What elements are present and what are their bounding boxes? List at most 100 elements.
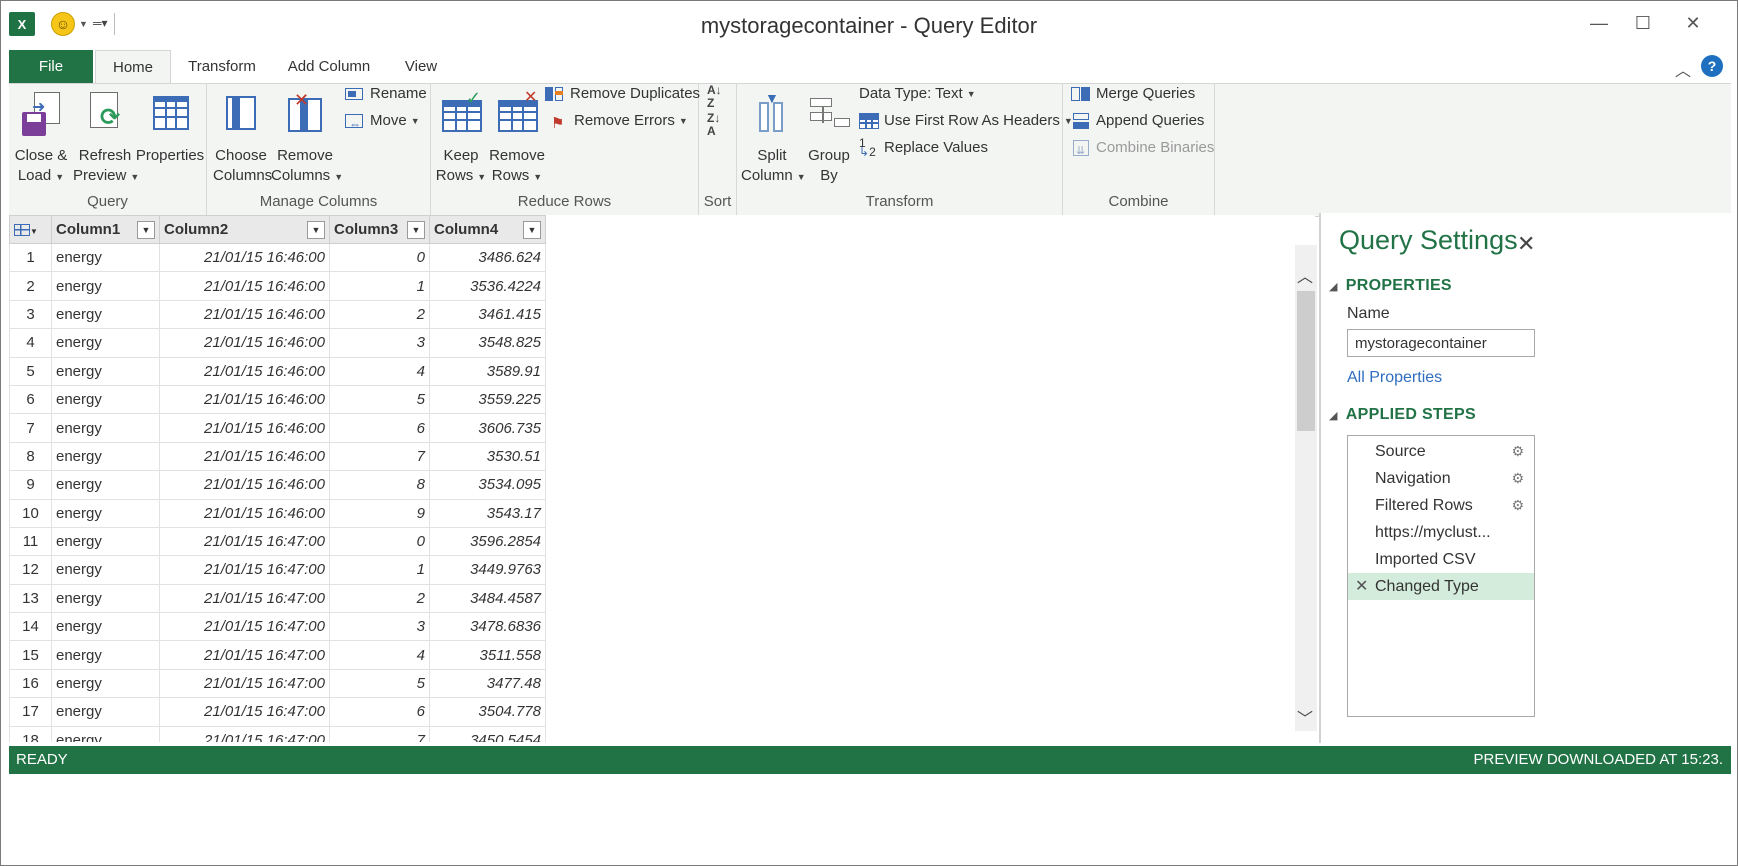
- table-row[interactable]: 6 energy 21/01/15 16:46:00 5 3559.225: [9, 384, 546, 415]
- table-cell[interactable]: 3534.095: [429, 470, 546, 500]
- remove-columns-button[interactable]: ✕ Remove Columns ▼: [271, 90, 343, 187]
- table-cell[interactable]: 9: [329, 498, 430, 528]
- table-cell[interactable]: 8: [329, 470, 430, 500]
- step-source[interactable]: Source ⚙: [1348, 438, 1534, 465]
- table-cell[interactable]: energy: [51, 356, 160, 386]
- table-cell[interactable]: 21/01/15 16:46:00: [159, 498, 330, 528]
- remove-duplicates-button[interactable]: Remove Duplicates: [545, 82, 700, 106]
- column-header-2[interactable]: Column2 ▼: [159, 215, 330, 244]
- merge-queries-button[interactable]: Merge Queries: [1071, 82, 1195, 106]
- table-cell[interactable]: 21/01/15 16:47:00: [159, 555, 330, 585]
- sort-descending-button[interactable]: Z↓ A: [707, 112, 729, 138]
- table-row[interactable]: 16 energy 21/01/15 16:47:00 5 3477.48: [9, 668, 546, 699]
- table-cell[interactable]: 21/01/15 16:46:00: [159, 356, 330, 386]
- table-cell[interactable]: 3461.415: [429, 299, 546, 330]
- data-type-dropdown[interactable]: Data Type: Text ▼: [859, 82, 976, 106]
- step-url[interactable]: https://myclust...: [1348, 519, 1534, 546]
- table-cell[interactable]: 21/01/15 16:47:00: [159, 526, 330, 557]
- maximize-button[interactable]: ☐: [1621, 9, 1665, 37]
- tab-view[interactable]: View: [393, 50, 449, 83]
- table-cell[interactable]: 3: [329, 612, 430, 642]
- table-cell[interactable]: energy: [51, 441, 160, 472]
- table-row[interactable]: 14 energy 21/01/15 16:47:00 3 3478.6836: [9, 612, 546, 642]
- table-cell[interactable]: 21/01/15 16:47:00: [159, 612, 330, 642]
- gear-icon[interactable]: ⚙: [1511, 492, 1524, 519]
- column-header-4[interactable]: Column4 ▼: [429, 215, 546, 244]
- column-filter-dropdown-icon[interactable]: ▼: [407, 221, 425, 239]
- table-cell[interactable]: energy: [51, 242, 160, 273]
- table-row[interactable]: 4 energy 21/01/15 16:46:00 3 3548.825: [9, 328, 546, 358]
- table-cell[interactable]: 4: [329, 356, 430, 386]
- column-filter-dropdown-icon[interactable]: ▼: [137, 221, 155, 239]
- step-filtered-rows[interactable]: Filtered Rows ⚙: [1348, 492, 1534, 519]
- tab-transform[interactable]: Transform: [177, 50, 267, 83]
- table-cell[interactable]: 21/01/15 16:46:00: [159, 441, 330, 472]
- table-row[interactable]: 10 energy 21/01/15 16:46:00 9 3543.17: [9, 498, 546, 528]
- column-header-3[interactable]: Column3 ▼: [329, 215, 430, 244]
- help-icon[interactable]: ?: [1701, 55, 1723, 77]
- table-cell[interactable]: 3589.91: [429, 356, 546, 386]
- table-row[interactable]: 18 energy 21/01/15 16:47:00 7 3450.5454: [9, 725, 546, 742]
- replace-values-button[interactable]: 1 ↳2 Replace Values: [859, 136, 988, 160]
- table-row[interactable]: 17 energy 21/01/15 16:47:00 6 3504.778: [9, 697, 546, 727]
- table-row[interactable]: 11 energy 21/01/15 16:47:00 0 3596.2854: [9, 526, 546, 557]
- table-cell[interactable]: energy: [51, 583, 160, 614]
- step-navigation[interactable]: Navigation ⚙: [1348, 465, 1534, 492]
- table-cell[interactable]: 3543.17: [429, 498, 546, 528]
- minimize-button[interactable]: —: [1577, 9, 1621, 37]
- delete-step-icon[interactable]: ✕: [1355, 573, 1368, 600]
- table-cell[interactable]: 3530.51: [429, 441, 546, 472]
- table-cell[interactable]: energy: [51, 498, 160, 528]
- sort-ascending-button[interactable]: A↓ Z: [707, 84, 729, 110]
- append-queries-button[interactable]: Append Queries: [1071, 109, 1204, 133]
- table-cell[interactable]: 3486.624: [429, 242, 546, 273]
- table-cell[interactable]: 21/01/15 16:47:00: [159, 583, 330, 614]
- table-cell[interactable]: 3477.48: [429, 668, 546, 699]
- table-cell[interactable]: 21/01/15 16:47:00: [159, 668, 330, 699]
- table-cell[interactable]: 0: [329, 526, 430, 557]
- table-cell[interactable]: 3478.6836: [429, 612, 546, 642]
- table-row[interactable]: 9 energy 21/01/15 16:46:00 8 3534.095: [9, 470, 546, 500]
- table-cell[interactable]: 2: [329, 583, 430, 614]
- properties-button[interactable]: Properties: [135, 90, 205, 166]
- properties-section-header[interactable]: ◢ PROPERTIES: [1329, 277, 1452, 295]
- table-cell[interactable]: 21/01/15 16:46:00: [159, 413, 330, 443]
- table-cell[interactable]: energy: [51, 470, 160, 500]
- table-cell[interactable]: 3449.9763: [429, 555, 546, 585]
- gear-icon[interactable]: ⚙: [1511, 465, 1524, 492]
- table-row[interactable]: 8 energy 21/01/15 16:46:00 7 3530.51: [9, 441, 546, 472]
- table-cell[interactable]: 3559.225: [429, 384, 546, 415]
- table-cell[interactable]: 3: [329, 328, 430, 358]
- column-header-1[interactable]: Column1 ▼: [51, 215, 160, 244]
- table-cell[interactable]: 21/01/15 16:46:00: [159, 299, 330, 330]
- close-load-button[interactable]: ➜ Close & Load ▼: [13, 90, 69, 187]
- table-cell[interactable]: energy: [51, 413, 160, 443]
- table-cell[interactable]: 3484.4587: [429, 583, 546, 614]
- close-window-button[interactable]: ✕: [1671, 9, 1715, 37]
- table-cell[interactable]: energy: [51, 271, 160, 301]
- table-cell[interactable]: 2: [329, 299, 430, 330]
- query-name-input[interactable]: [1347, 329, 1535, 357]
- table-cell[interactable]: 4: [329, 640, 430, 670]
- table-cell[interactable]: 3504.778: [429, 697, 546, 727]
- choose-columns-button[interactable]: Choose Columns: [213, 90, 272, 186]
- table-cell[interactable]: 7: [329, 441, 430, 472]
- table-cell[interactable]: 5: [329, 668, 430, 699]
- table-cell[interactable]: 21/01/15 16:46:00: [159, 271, 330, 301]
- table-row[interactable]: 1 energy 21/01/15 16:46:00 0 3486.624: [9, 242, 546, 273]
- table-cell[interactable]: 21/01/15 16:46:00: [159, 470, 330, 500]
- table-cell[interactable]: 21/01/15 16:47:00: [159, 640, 330, 670]
- grid-scrollbar-thumb[interactable]: [1297, 291, 1315, 431]
- column-filter-dropdown-icon[interactable]: ▼: [523, 221, 541, 239]
- collapse-ribbon-icon[interactable]: ︿: [1675, 57, 1691, 81]
- table-cell[interactable]: 6: [329, 697, 430, 727]
- table-cell[interactable]: energy: [51, 299, 160, 330]
- combine-binaries-button[interactable]: ⇊ Combine Binaries: [1071, 136, 1214, 160]
- remove-rows-button[interactable]: ✕ Remove Rows ▼: [489, 89, 545, 187]
- table-row[interactable]: 12 energy 21/01/15 16:47:00 1 3449.9763: [9, 555, 546, 585]
- group-by-button[interactable]: Group By: [805, 90, 853, 186]
- table-cell[interactable]: 3536.4224: [429, 271, 546, 301]
- step-imported-csv[interactable]: Imported CSV: [1348, 546, 1534, 573]
- table-cell[interactable]: 21/01/15 16:47:00: [159, 697, 330, 727]
- table-cell[interactable]: energy: [51, 612, 160, 642]
